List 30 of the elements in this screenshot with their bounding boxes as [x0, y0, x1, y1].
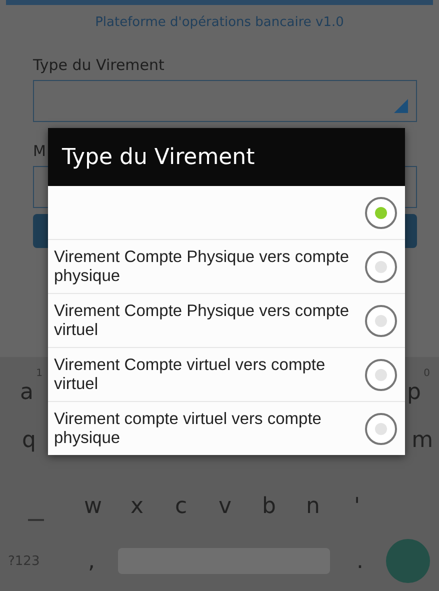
keyboard-key[interactable]: .: [340, 548, 380, 574]
option-row[interactable]: Virement Compte Physique vers compte virtuel: [48, 293, 405, 347]
option-label: Virement Compte Physique vers compte virtuel: [54, 302, 350, 340]
keyboard-key[interactable]: b: [258, 494, 280, 518]
dropdown-field[interactable]: [33, 80, 417, 122]
dialog-title: Type du Virement: [48, 128, 405, 186]
app-subtitle: Plateforme d'opérations bancaire v1.0: [95, 14, 344, 30]
keyboard-key[interactable]: ': [346, 494, 368, 518]
option-label: Virement Compte Physique vers compte physique: [54, 248, 350, 286]
keyboard-key[interactable]: v: [214, 494, 236, 518]
option-row[interactable]: Virement Compte Physique vers compte physique: [48, 239, 405, 293]
radio-button[interactable]: [365, 196, 397, 228]
keyboard-key[interactable]: ,: [88, 548, 118, 574]
radio-button[interactable]: [365, 358, 397, 390]
field-label: Type du Virement: [33, 56, 164, 74]
keyboard-key[interactable]: n: [302, 494, 324, 518]
option-label: Virement Compte virtuel vers compte virtuel: [54, 356, 326, 394]
keyboard-key[interactable]: q: [22, 428, 36, 452]
radio-button[interactable]: [365, 304, 397, 336]
keyboard-key[interactable]: w: [82, 494, 104, 518]
option-row[interactable]: Virement compte virtuel vers compte physique: [48, 401, 405, 455]
radio-button[interactable]: [365, 250, 397, 282]
option-row[interactable]: Virement Compte virtuel vers compte virtuel: [48, 347, 405, 401]
dropdown-triangle-icon: [394, 99, 408, 113]
option-label: Virement compte virtuel vers compte physique: [54, 410, 322, 448]
radio-button[interactable]: [365, 412, 397, 444]
keyboard-key[interactable]: x: [126, 494, 148, 518]
keyboard-key[interactable]: m: [412, 428, 433, 452]
keyboard-key[interactable]: c: [170, 494, 192, 518]
field-label: M: [33, 142, 46, 160]
